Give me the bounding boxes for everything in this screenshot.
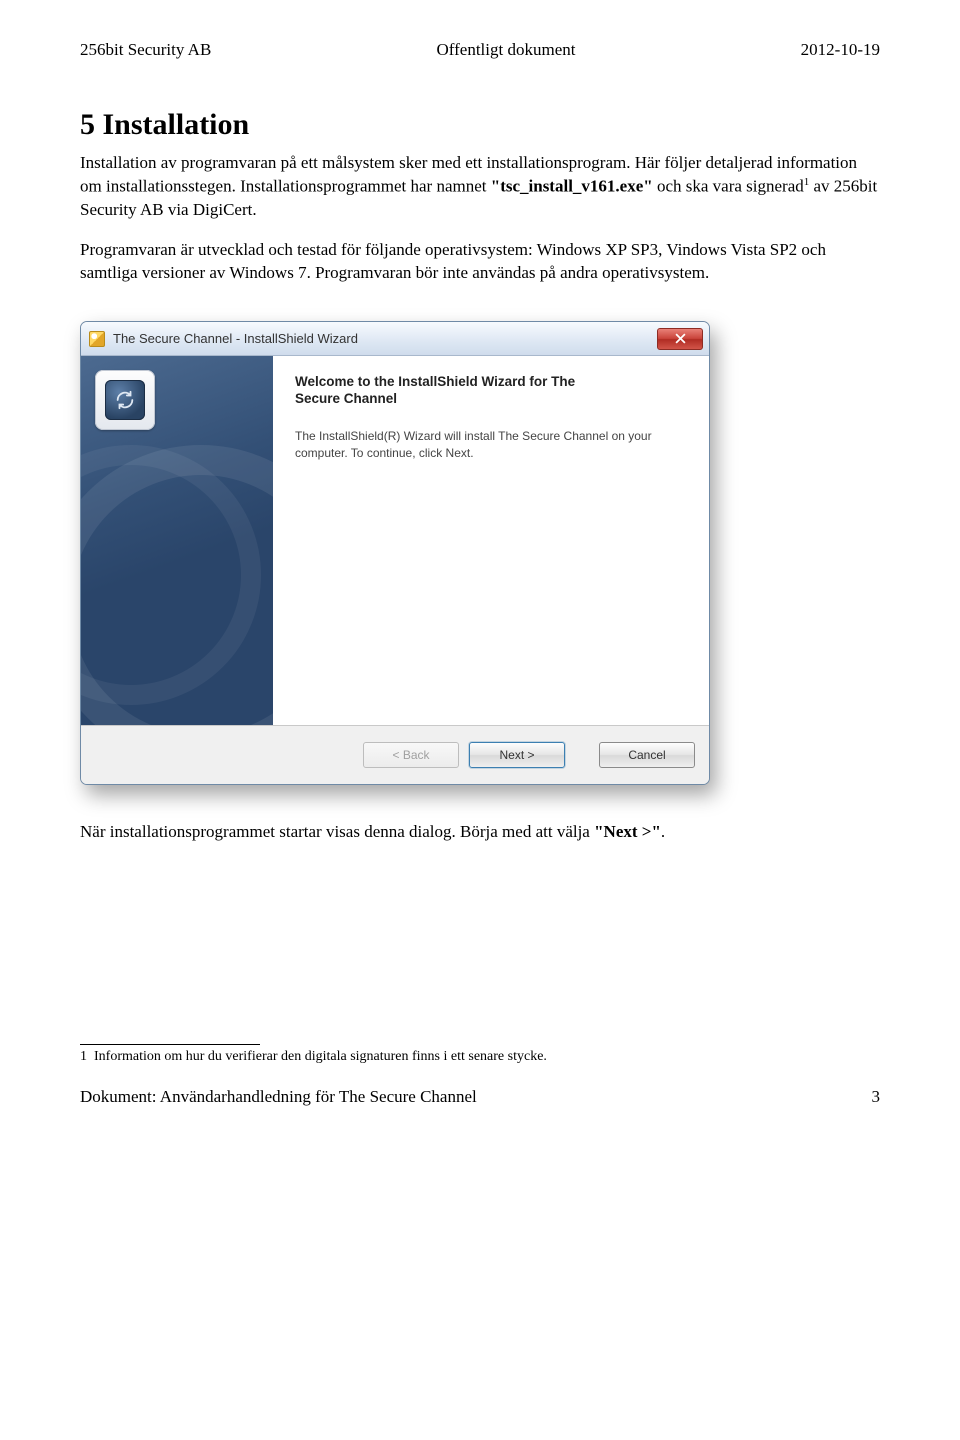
welcome-line-2: Secure Channel [295,391,687,406]
header-right: 2012-10-19 [801,40,880,60]
footnote-separator [80,1044,260,1045]
cancel-button[interactable]: Cancel [599,742,695,768]
dialog-titlebar: The Secure Channel - InstallShield Wizar… [81,322,709,356]
dialog-body: Welcome to the InstallShield Wizard for … [81,356,709,726]
p1-filename-bold: "tsc_install_v161.exe" [491,177,653,196]
dialog-right-panel: Welcome to the InstallShield Wizard for … [273,356,709,725]
welcome-body: The InstallShield(R) Wizard will install… [295,428,687,460]
installshield-dialog: The Secure Channel - InstallShield Wizar… [80,321,710,785]
section-title: 5 Installation [80,108,880,142]
page-footer: Dokument: Användarhandledning för The Se… [80,1087,880,1107]
header-left: 256bit Security AB [80,40,211,60]
close-button[interactable] [657,328,703,350]
dialog-side-panel [81,356,273,725]
footnote-number: 1 [80,1049,87,1064]
page-header: 256bit Security AB Offentligt dokument 2… [80,40,880,60]
installer-app-icon [89,331,105,347]
p1-text-b: och ska vara signerad [653,177,804,196]
caption-next-bold: "Next >" [594,822,661,841]
dialog-button-row: < Back Next > Cancel [81,726,709,784]
footnote-text: Information om hur du verifierar den dig… [94,1049,547,1064]
document-page: 256bit Security AB Offentligt dokument 2… [0,0,960,1440]
footer-page-number: 3 [872,1087,881,1107]
dialog-title: The Secure Channel - InstallShield Wizar… [113,331,358,346]
footnote-1: 1 Information om hur du verifierar den d… [80,1049,880,1065]
installer-screenshot: The Secure Channel - InstallShield Wizar… [80,321,880,785]
footer-left: Dokument: Användarhandledning för The Se… [80,1087,477,1107]
back-button: < Back [363,742,459,768]
header-center: Offentligt dokument [436,40,575,60]
close-icon [675,333,686,344]
arrow-cycle-icon [114,389,136,411]
next-button[interactable]: Next > [469,742,565,768]
paragraph-2: Programvaran är utvecklad och testad för… [80,239,880,285]
welcome-line-1: Welcome to the InstallShield Wizard for … [295,374,687,389]
paragraph-1: Installation av programvaran på ett måls… [80,152,880,221]
caption-a: När installationsprogrammet startar visa… [80,822,594,841]
caption-paragraph: När installationsprogrammet startar visa… [80,821,880,844]
caption-b: . [661,822,665,841]
installer-logo [95,370,155,430]
